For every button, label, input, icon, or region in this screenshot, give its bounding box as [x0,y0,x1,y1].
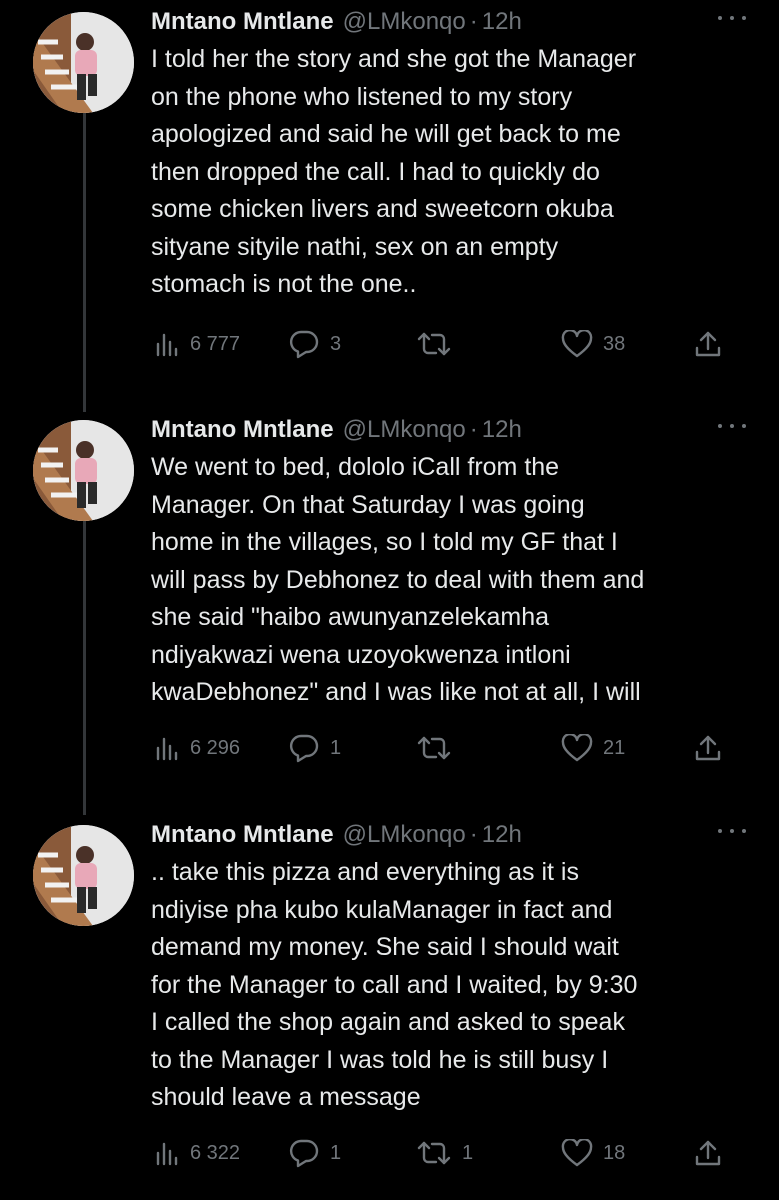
tweet-text: We went to bed, dololo iCall from the Ma… [151,453,645,706]
author-name[interactable]: Mntano Mntlane [151,821,334,849]
reply-count: 1 [330,1141,342,1164]
action-bar: 6 777 3 38 [151,324,731,364]
avatar-photo [33,825,134,926]
retweet-button[interactable] [416,728,462,768]
views-count: 6 296 [190,736,241,759]
avatar-photo [33,420,134,521]
upload-arrow-icon [695,331,721,357]
retweet-button[interactable] [416,324,462,364]
retweet-count: 1 [462,1141,474,1164]
like-button[interactable]: 18 [561,1133,625,1173]
tweet[interactable]: Mntano Mntlane @LMkonqo · 12h We went to… [0,408,779,808]
retweet-arrows-icon [417,736,451,760]
like-count: 38 [603,332,626,355]
like-count: 21 [603,736,626,759]
timestamp[interactable]: 12h [482,416,522,444]
speech-bubble-icon [289,330,319,359]
views-count: 6 322 [190,1141,241,1164]
views-button[interactable]: 6 296 [154,728,240,768]
speech-bubble-icon [289,734,319,763]
more-options-icon[interactable] [718,8,746,28]
reply-button[interactable]: 1 [288,728,341,768]
bar-chart-icon [156,737,178,761]
retweet-button[interactable]: 1 [416,1133,473,1173]
tweet-header: Mntano Mntlane @LMkonqo · 12h [151,5,522,39]
more-options-icon[interactable] [718,416,746,436]
bar-chart-icon [156,1142,178,1166]
more-options-icon[interactable] [718,821,746,841]
avatar[interactable] [33,420,134,521]
like-button[interactable]: 21 [561,728,625,768]
action-bar: 6 296 1 21 [151,728,731,768]
timestamp[interactable]: 12h [482,8,522,36]
like-button[interactable]: 38 [561,324,625,364]
like-count: 18 [603,1141,626,1164]
author-name[interactable]: Mntano Mntlane [151,416,334,444]
avatar-photo [33,12,134,113]
author-handle[interactable]: @LMkonqo [343,416,466,444]
reply-button[interactable]: 3 [288,324,341,364]
author-name[interactable]: Mntano Mntlane [151,8,334,36]
avatar[interactable] [33,825,134,926]
separator-dot: · [469,821,478,848]
tweet-header: Mntano Mntlane @LMkonqo · 12h [151,818,522,852]
separator-dot: · [469,416,478,443]
upload-arrow-icon [695,735,721,761]
share-button[interactable] [694,728,722,768]
views-count: 6 777 [190,332,241,355]
author-handle[interactable]: @LMkonqo [343,8,466,36]
action-bar: 6 322 1 1 18 [151,1133,731,1173]
tweet-header: Mntano Mntlane @LMkonqo · 12h [151,413,522,447]
reply-count: 3 [330,332,342,355]
bar-chart-icon [156,333,178,357]
speech-bubble-icon [289,1139,319,1168]
tweet-text: .. take this pizza and everything as it … [151,858,638,1111]
share-button[interactable] [694,1133,722,1173]
heart-outline-icon [561,330,593,358]
author-handle[interactable]: @LMkonqo [343,821,466,849]
upload-arrow-icon [695,1140,721,1166]
tweet[interactable]: Mntano Mntlane @LMkonqo · 12h I told her… [0,0,779,405]
share-button[interactable] [694,324,722,364]
views-button[interactable]: 6 777 [154,324,240,364]
views-button[interactable]: 6 322 [154,1133,240,1173]
heart-outline-icon [561,734,593,762]
avatar[interactable] [33,12,134,113]
reply-count: 1 [330,736,342,759]
retweet-arrows-icon [417,1141,451,1165]
heart-outline-icon [561,1139,593,1167]
separator-dot: · [469,8,478,35]
tweet[interactable]: Mntano Mntlane @LMkonqo · 12h .. take th… [0,813,779,1200]
tweet-text: I told her the story and she got the Man… [151,45,637,298]
timestamp[interactable]: 12h [482,821,522,849]
reply-button[interactable]: 1 [288,1133,341,1173]
retweet-arrows-icon [417,332,451,356]
